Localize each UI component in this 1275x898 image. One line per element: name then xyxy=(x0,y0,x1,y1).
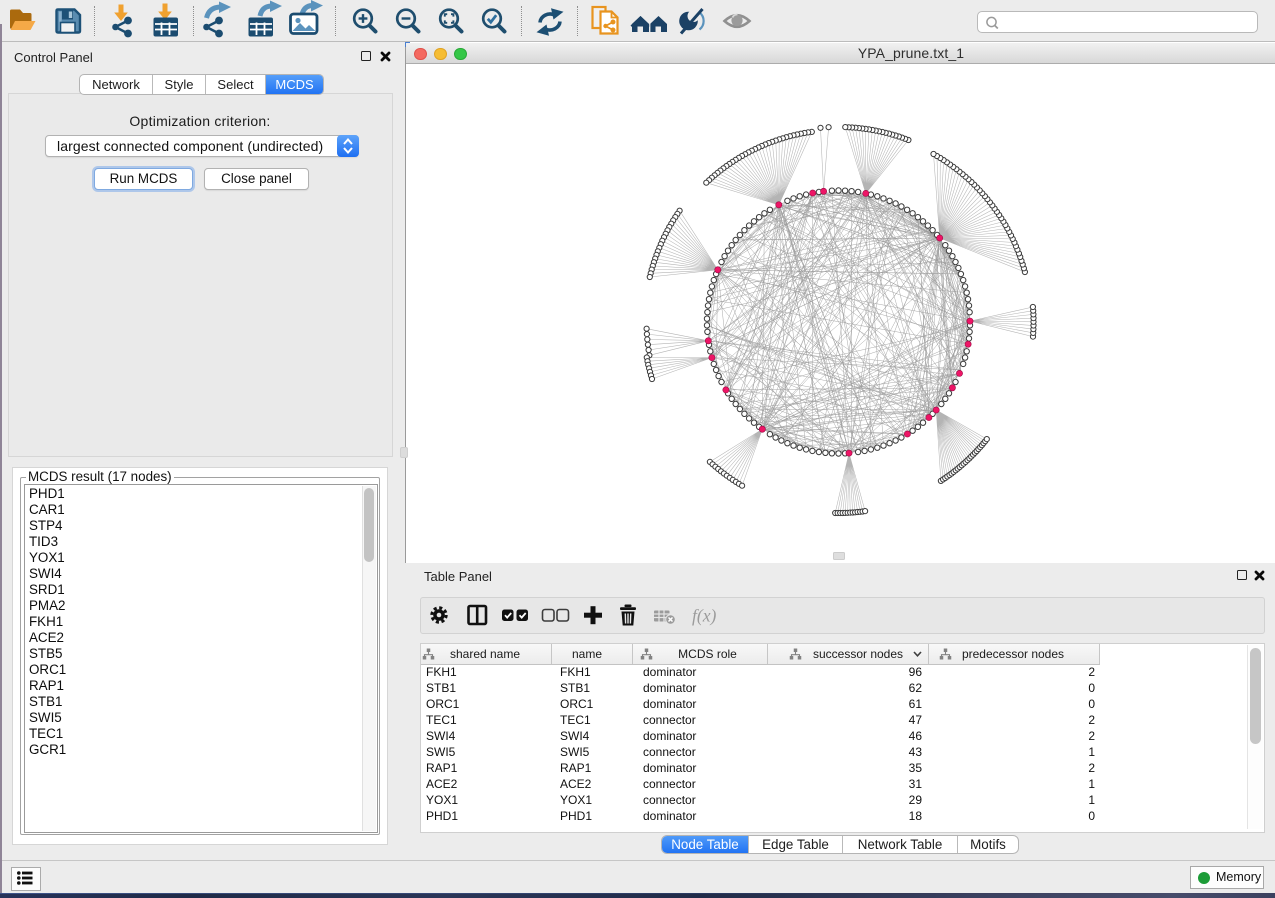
svg-text:f(x): f(x) xyxy=(692,606,716,626)
